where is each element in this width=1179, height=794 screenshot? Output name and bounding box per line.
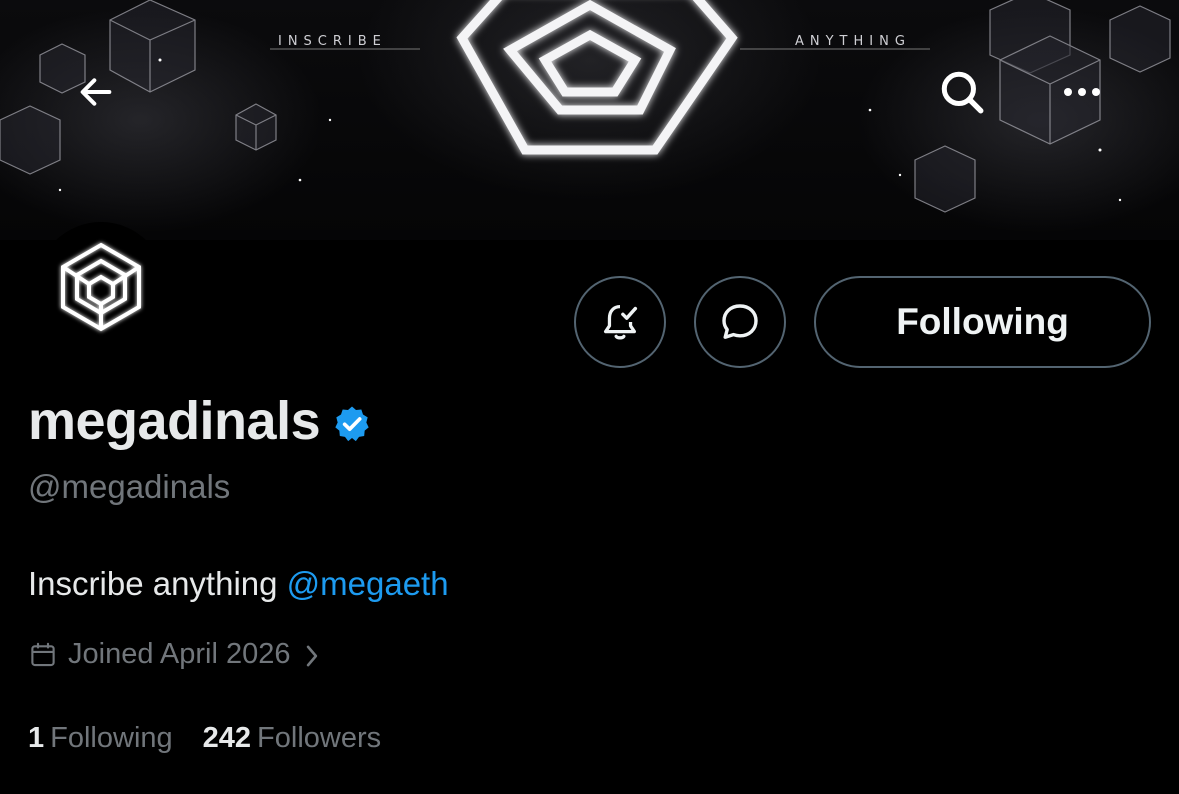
calendar-icon [31, 642, 55, 666]
following-button[interactable]: Following [814, 276, 1151, 368]
back-button[interactable] [66, 62, 126, 122]
followers-count: 242 [202, 722, 252, 754]
following-count: 1 [28, 722, 45, 754]
more-button[interactable] [1052, 62, 1112, 122]
message-bubble-icon [722, 304, 758, 339]
banner-word-left: INSCRIBE [278, 34, 387, 49]
bio-text: Inscribe anything [28, 565, 287, 602]
bio: Inscribe anything @megaeth [28, 565, 449, 603]
follow-stats: 1 Following 242 Followers [28, 722, 381, 755]
search-icon [941, 71, 984, 114]
display-name-row: megadinals [28, 390, 372, 452]
arrow-left-icon [80, 78, 112, 106]
followers-label: Followers [257, 722, 382, 754]
search-button[interactable] [932, 62, 992, 122]
followers-count-link[interactable]: 242 Followers [203, 722, 381, 755]
display-name: megadinals [28, 391, 321, 451]
chevron-right-icon [306, 645, 317, 666]
banner-word-right: ANYTHING [795, 34, 911, 49]
notifications-button[interactable] [574, 276, 666, 368]
message-button[interactable] [694, 276, 786, 368]
handle: @megadinals [28, 468, 231, 505]
following-count-link[interactable]: 1 Following [28, 722, 173, 755]
more-horizontal-icon [1064, 88, 1100, 96]
verified-badge-icon[interactable] [332, 404, 372, 444]
megadinals-logo-icon [61, 242, 141, 332]
banner-artwork [0, 0, 1171, 213]
following-label: Following [50, 722, 173, 754]
profile-banner[interactable]: INSCRIBE ANYTHING [0, 0, 1179, 240]
avatar[interactable] [36, 222, 166, 352]
joined-date-row[interactable]: Joined April 2026 [28, 638, 321, 671]
joined-date: Joined April 2026 [68, 638, 291, 670]
bio-mention-link[interactable]: @megaeth [287, 565, 449, 602]
bell-check-icon [603, 305, 638, 340]
